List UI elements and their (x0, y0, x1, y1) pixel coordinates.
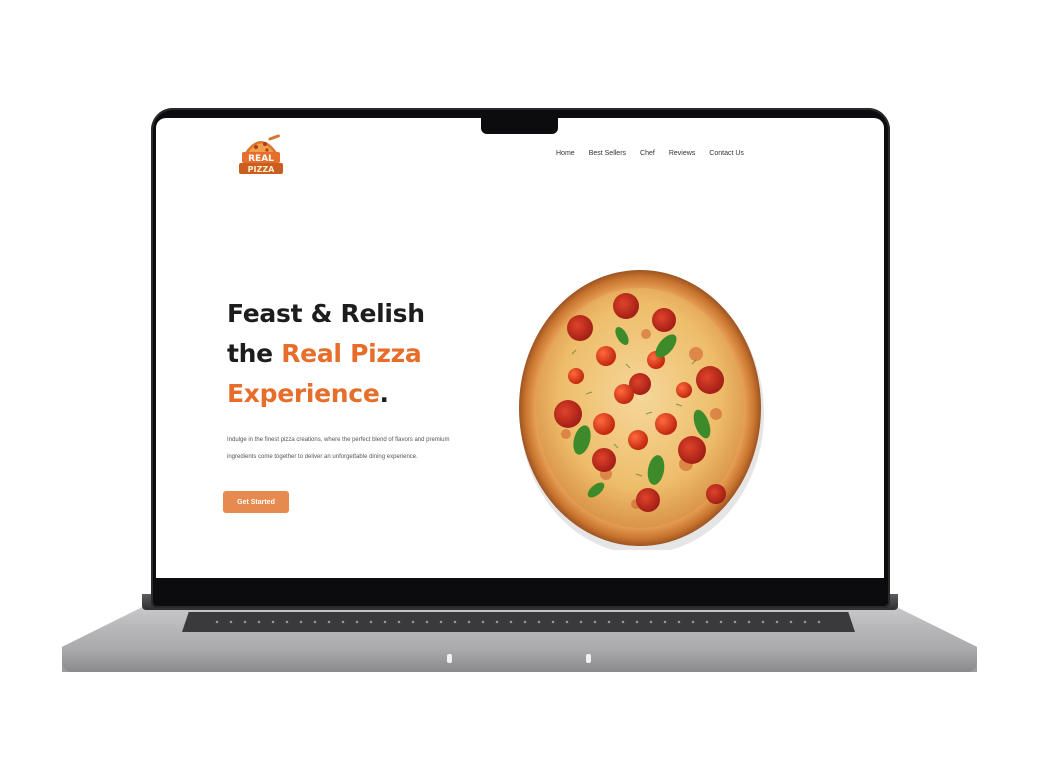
main-nav: Home Best Sellers Chef Reviews Contact U… (556, 150, 744, 157)
camera-notch (481, 114, 558, 134)
laptop-mockup: REAL PIZZA Home Best Sellers Chef Review… (0, 0, 1039, 778)
nav-contact-link[interactable]: Contact Us (709, 150, 744, 157)
nav-chef-link[interactable]: Chef (640, 150, 655, 157)
hero-line-1: Feast & Relish (227, 299, 425, 328)
svg-text:PIZZA: PIZZA (248, 165, 275, 174)
pizza-image (516, 264, 768, 554)
hero-line-3-suffix: . (379, 379, 389, 408)
nav-reviews-link[interactable]: Reviews (669, 150, 695, 157)
svg-text:REAL: REAL (248, 154, 274, 164)
hero-line-2-prefix: the (227, 339, 282, 368)
laptop-keys (210, 620, 830, 624)
laptop-screen: REAL PIZZA Home Best Sellers Chef Review… (156, 118, 884, 578)
laptop-base-edge (62, 650, 977, 672)
hero-line-3: Experience. (227, 374, 425, 414)
get-started-button[interactable]: Get Started (223, 491, 289, 513)
laptop-foot-left (447, 654, 452, 663)
laptop-foot-right (586, 654, 591, 663)
hero-heading: Feast & Relish the Real Pizza Experience… (227, 294, 425, 414)
nav-best-sellers-link[interactable]: Best Sellers (589, 150, 626, 157)
nav-home-link[interactable]: Home (556, 150, 575, 157)
hero-line-3-accent: Experience (227, 379, 380, 408)
site-logo[interactable]: REAL PIZZA (236, 130, 286, 180)
pizza-logo-icon: REAL PIZZA (239, 134, 283, 174)
hero-line-2: the Real Pizza (227, 334, 425, 374)
hero-description: Indulge in the finest pizza creations, w… (227, 437, 450, 460)
hero-line-2-accent: Real Pizza (281, 339, 422, 368)
